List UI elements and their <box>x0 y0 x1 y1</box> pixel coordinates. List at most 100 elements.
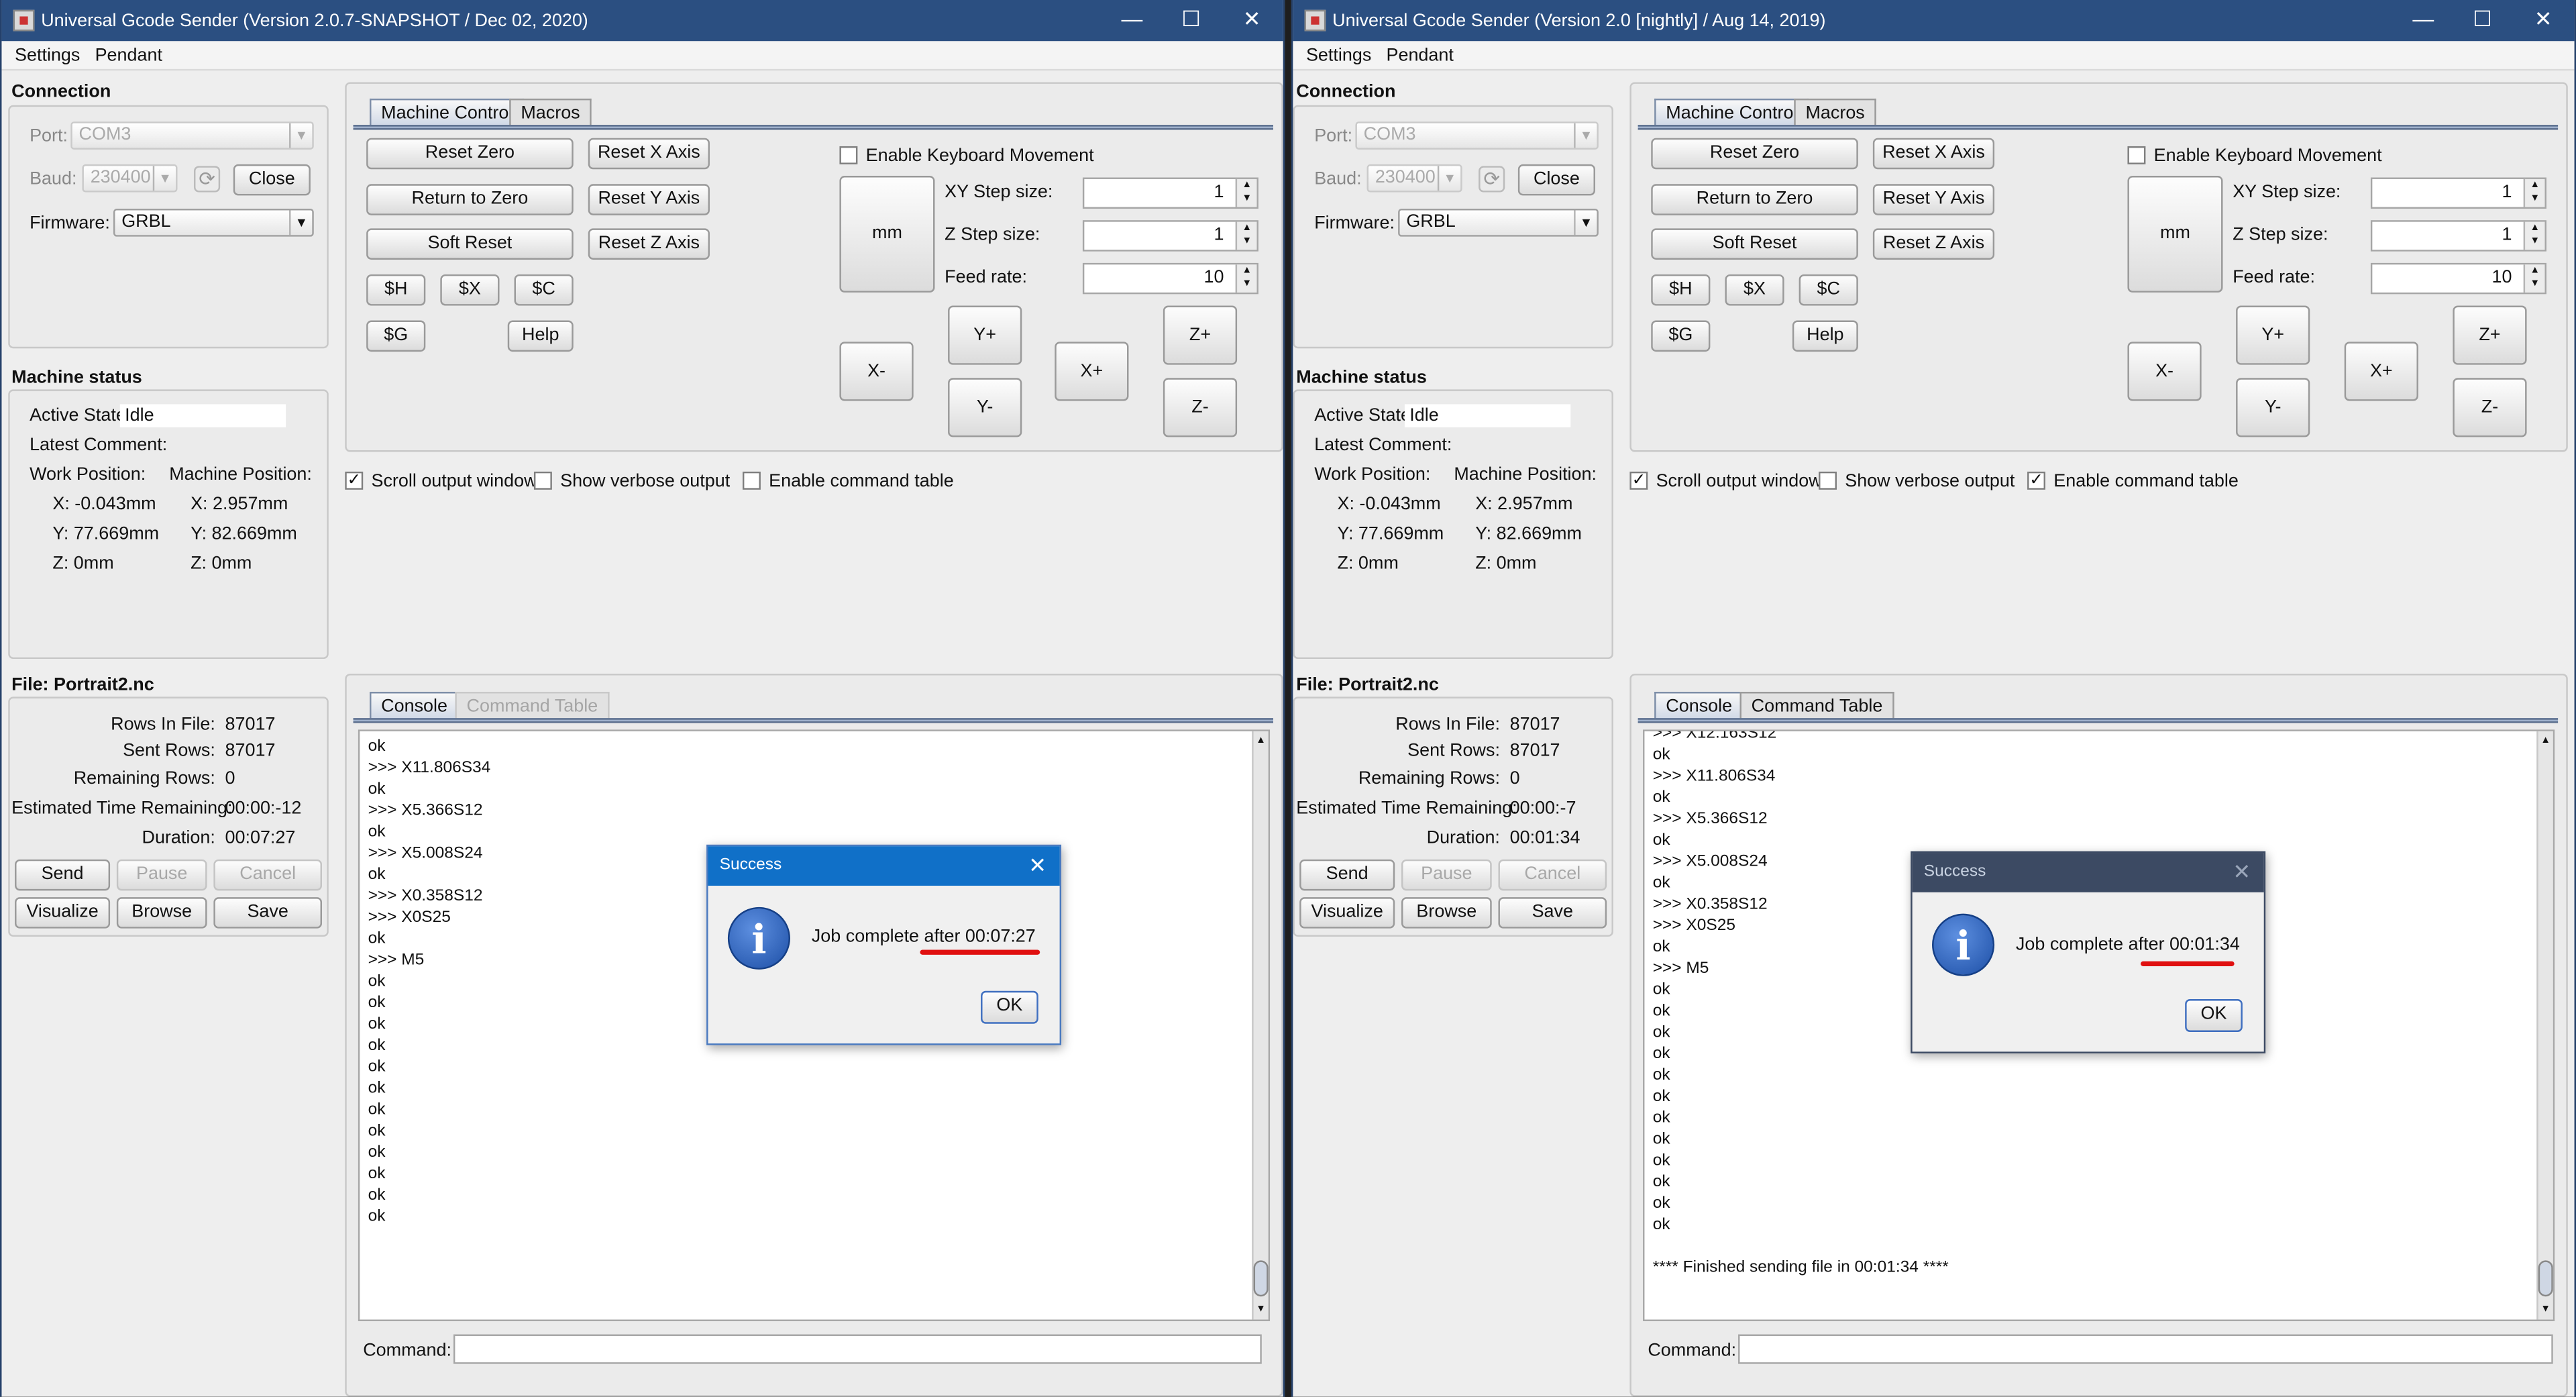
check-mode-button[interactable]: $C <box>514 274 574 306</box>
gcode-state-button[interactable]: $G <box>1651 320 1711 352</box>
reset-x-axis-button[interactable]: Reset X Axis <box>1872 138 1995 170</box>
units-button[interactable]: mm <box>2127 176 2223 293</box>
jog-y-minus-button[interactable]: Y- <box>948 378 1022 437</box>
gcode-state-button[interactable]: $G <box>366 320 426 352</box>
scroll-up-icon[interactable]: ▲ <box>1254 731 1269 751</box>
close-icon[interactable]: ✕ <box>1028 846 1046 886</box>
help-button[interactable]: Help <box>507 320 574 352</box>
scroll-thumb[interactable] <box>1253 1260 1269 1297</box>
tab-machine-control[interactable]: Machine Control <box>1654 98 1809 127</box>
jog-z-plus-button[interactable]: Z+ <box>2453 305 2527 365</box>
scroll-thumb[interactable] <box>2538 1260 2553 1297</box>
jog-y-minus-button[interactable]: Y- <box>2236 378 2310 437</box>
soft-reset-button[interactable]: Soft Reset <box>1651 228 1858 260</box>
feed-rate-input[interactable]: 10 ▲ ▼ <box>1082 262 1258 295</box>
spinner-arrows-icon[interactable]: ▲ ▼ <box>1235 178 1257 207</box>
scroll-output-checkbox[interactable]: ✓ <box>1629 471 1648 490</box>
firmware-select[interactable]: GRBL ▼ <box>1398 209 1599 237</box>
jog-y-plus-button[interactable]: Y+ <box>2236 305 2310 365</box>
spinner-arrows-icon[interactable]: ▲ ▼ <box>1235 264 1257 293</box>
jog-y-plus-button[interactable]: Y+ <box>948 305 1022 365</box>
browse-button[interactable]: Browse <box>116 897 207 929</box>
scroll-up-icon[interactable]: ▲ <box>2538 731 2553 751</box>
keyboard-movement-checkbox[interactable] <box>2127 146 2146 164</box>
visualize-button[interactable]: Visualize <box>1299 897 1395 929</box>
menu-settings[interactable]: Settings <box>15 41 80 70</box>
jog-z-minus-button[interactable]: Z- <box>1163 378 1238 437</box>
jog-x-minus-button[interactable]: X- <box>2127 342 2202 401</box>
scroll-output-checkbox[interactable]: ✓ <box>345 471 364 490</box>
soft-reset-button[interactable]: Soft Reset <box>366 228 574 260</box>
scroll-down-icon[interactable]: ▼ <box>1254 1300 1269 1319</box>
z-step-input[interactable]: 1 ▲ ▼ <box>2370 220 2546 252</box>
menu-pendant[interactable]: Pendant <box>95 41 162 70</box>
save-button[interactable]: Save <box>213 897 323 929</box>
reset-x-axis-button[interactable]: Reset X Axis <box>588 138 710 170</box>
minimize-icon[interactable]: — <box>2399 5 2448 34</box>
spinner-arrows-icon[interactable]: ▲ ▼ <box>1235 221 1257 250</box>
spinner-arrows-icon[interactable]: ▲ ▼ <box>2523 221 2545 250</box>
pause-button[interactable]: Pause <box>116 859 207 891</box>
jog-z-minus-button[interactable]: Z- <box>2453 378 2527 437</box>
cancel-button[interactable]: Cancel <box>213 859 323 891</box>
spinner-arrows-icon[interactable]: ▲ ▼ <box>2523 178 2545 207</box>
send-button[interactable]: Send <box>15 859 111 891</box>
command-table-checkbox[interactable]: ✓ <box>2027 471 2046 490</box>
return-to-zero-button[interactable]: Return to Zero <box>1651 184 1858 215</box>
menu-settings[interactable]: Settings <box>1306 41 1371 70</box>
port-select[interactable]: COM3 ▼ <box>70 121 314 150</box>
console-scrollbar[interactable]: ▲ ▼ <box>1252 731 1269 1320</box>
verbose-output-checkbox[interactable] <box>1819 471 1837 490</box>
feed-rate-input[interactable]: 10 ▲ ▼ <box>2370 262 2546 295</box>
refresh-icon[interactable]: ⟳ <box>193 166 221 193</box>
jog-x-minus-button[interactable]: X- <box>839 342 914 401</box>
z-step-input[interactable]: 1 ▲ ▼ <box>1082 220 1258 252</box>
baud-select[interactable]: 230400 ▼ <box>1366 164 1462 193</box>
command-input[interactable] <box>453 1334 1262 1364</box>
close-window-icon[interactable]: ✕ <box>1227 5 1276 34</box>
minimize-icon[interactable]: — <box>1108 5 1157 34</box>
reset-y-axis-button[interactable]: Reset Y Axis <box>1872 184 1995 215</box>
unlock-button[interactable]: $X <box>1725 274 1784 306</box>
home-button[interactable]: $H <box>1651 274 1711 306</box>
close-connection-button[interactable]: Close <box>1517 164 1595 196</box>
keyboard-movement-checkbox[interactable] <box>839 146 858 164</box>
reset-y-axis-button[interactable]: Reset Y Axis <box>588 184 710 215</box>
tab-machine-control[interactable]: Machine Control <box>370 98 525 127</box>
spinner-arrows-icon[interactable]: ▲ ▼ <box>2523 264 2545 293</box>
close-icon[interactable]: ✕ <box>2233 853 2251 892</box>
reset-z-axis-button[interactable]: Reset Z Axis <box>1872 228 1995 260</box>
maximize-icon[interactable]: ☐ <box>1167 5 1216 34</box>
firmware-select[interactable]: GRBL ▼ <box>113 209 314 237</box>
tab-macros[interactable]: Macros <box>1794 98 1876 127</box>
dialog-ok-button[interactable]: OK <box>981 990 1038 1024</box>
home-button[interactable]: $H <box>366 274 426 306</box>
refresh-icon[interactable]: ⟳ <box>1479 166 1505 193</box>
return-to-zero-button[interactable]: Return to Zero <box>366 184 574 215</box>
dialog-ok-button[interactable]: OK <box>2185 998 2243 1032</box>
tab-console[interactable]: Console <box>1654 692 1744 720</box>
console-scrollbar[interactable]: ▲ ▼ <box>2536 731 2553 1320</box>
close-connection-button[interactable]: Close <box>233 164 311 196</box>
menu-pendant[interactable]: Pendant <box>1386 41 1453 70</box>
help-button[interactable]: Help <box>1792 320 1858 352</box>
save-button[interactable]: Save <box>1498 897 1607 929</box>
reset-z-axis-button[interactable]: Reset Z Axis <box>588 228 710 260</box>
tab-macros[interactable]: Macros <box>509 98 592 127</box>
title-bar[interactable]: Universal Gcode Sender (Version 2.0.7-SN… <box>1 0 1283 42</box>
port-select[interactable]: COM3 ▼ <box>1355 121 1599 150</box>
baud-select[interactable]: 230400 ▼ <box>82 164 178 193</box>
reset-zero-button[interactable]: Reset Zero <box>1651 138 1858 170</box>
visualize-button[interactable]: Visualize <box>15 897 111 929</box>
reset-zero-button[interactable]: Reset Zero <box>366 138 574 170</box>
check-mode-button[interactable]: $C <box>1799 274 1858 306</box>
dialog-title-bar[interactable]: Success ✕ <box>708 846 1060 886</box>
verbose-output-checkbox[interactable] <box>533 471 552 490</box>
maximize-icon[interactable]: ☐ <box>2458 5 2507 34</box>
close-window-icon[interactable]: ✕ <box>2518 5 2567 34</box>
jog-z-plus-button[interactable]: Z+ <box>1163 305 1238 365</box>
units-button[interactable]: mm <box>839 176 935 293</box>
unlock-button[interactable]: $X <box>440 274 500 306</box>
tab-command-table[interactable]: Command Table <box>455 692 610 720</box>
command-table-checkbox[interactable] <box>742 471 761 490</box>
